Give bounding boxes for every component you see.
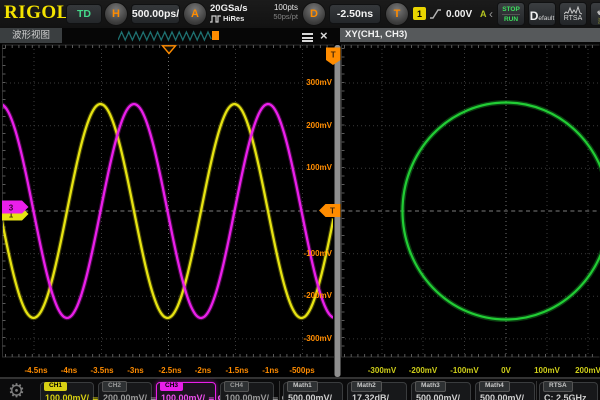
math-box-4[interactable]: Math4500.00mV/ [475, 382, 535, 400]
math-box-2[interactable]: Math217.32dB/ [347, 382, 407, 400]
math-box-1[interactable]: Math1500.00mV/ [283, 382, 343, 400]
header-bar: RIGOL TD H 500.00ps/ A 20GSa/s HiRes 100… [0, 0, 600, 28]
acq-mode: HiRes [223, 14, 244, 23]
channel-box-ch4[interactable]: CH4100.00mV/= Ω [220, 382, 274, 400]
acquire-knob[interactable]: A [183, 2, 207, 26]
math-box-1-tab[interactable]: Math1 [287, 381, 318, 392]
channel-status-bar: ⚙ CH1100.00mV/= ΩCH2200.00mV/= ΩCH3100.0… [0, 377, 600, 400]
record-cursor[interactable] [212, 31, 219, 40]
channel-box-ch2-tab[interactable]: CH2 [102, 381, 127, 392]
rigol-logo: RIGOL [4, 2, 70, 24]
delay-value[interactable]: -2.50ns [329, 4, 381, 24]
horizontal-knob[interactable]: H [104, 2, 128, 26]
memory-depth: 100pts [264, 3, 298, 12]
collapse-chevron-icon[interactable]: ‹ [489, 7, 493, 21]
channel-box-ch4-tab[interactable]: CH4 [224, 381, 249, 392]
math-box-2-scale: 17.32dB/ [352, 393, 389, 400]
bottom-bar-divider [279, 381, 280, 400]
default-small-letters: efault [538, 15, 554, 22]
oscilloscope-screen: RIGOL TD H 500.00ps/ A 20GSa/s HiRes 100… [0, 0, 600, 400]
memory-depth-info: 100pts 50ps/pt [264, 3, 298, 21]
measure-button[interactable]: 测量 [590, 2, 600, 26]
channel-box-ch3-tab[interactable]: CH3 [160, 382, 183, 391]
sample-interval: 50ps/pt [264, 12, 298, 21]
run-label: RUN [504, 16, 518, 23]
menu-icon[interactable] [302, 32, 313, 44]
rtsa-box-scale: C: 2.5GHz [544, 393, 587, 400]
channel-box-ch3[interactable]: CH3100.00mV/= Ω [156, 382, 216, 400]
svg-text:T: T [331, 51, 336, 60]
default-button[interactable]: Default [528, 2, 556, 26]
rising-edge-icon [429, 8, 442, 20]
stop-label: STOP [502, 6, 520, 13]
trigger-level-flag[interactable]: T [319, 204, 341, 217]
tab-row: 波形视图 × XY(CH1, CH3) [0, 28, 600, 44]
settings-gear-icon[interactable]: ⚙ [8, 380, 25, 400]
math-box-4-scale: 500.00mV/ [480, 393, 524, 400]
math-box-1-scale: 500.00mV/ [288, 393, 332, 400]
trigger-markers: 13TT [2, 46, 341, 221]
math-box-4-tab[interactable]: Math4 [479, 381, 510, 392]
close-icon[interactable]: × [320, 28, 328, 43]
channel-box-ch1-tab[interactable]: CH1 [44, 382, 67, 391]
trigger-knob[interactable]: T [385, 2, 409, 26]
trigger-status-badge: TD [66, 4, 102, 24]
math-box-3[interactable]: Math3500.00mV/ [411, 382, 471, 400]
trigger-position-icon[interactable] [163, 46, 176, 54]
hires-icon [210, 15, 221, 23]
math-box-3-tab[interactable]: Math3 [415, 381, 446, 392]
channel-box-ch1[interactable]: CH1100.00mV/= Ω [40, 382, 94, 400]
spectrum-icon [564, 6, 582, 15]
channel-box-ch3-scale: 100.00mV/= Ω [161, 393, 224, 400]
ruler-icon [596, 4, 600, 15]
channel-box-ch2[interactable]: CH2200.00mV/= Ω [98, 382, 152, 400]
waveform-grid [2, 45, 334, 357]
scope-graphics: 1 3 T T [0, 0, 600, 400]
svg-text:T: T [330, 207, 335, 216]
xy-panel-title: XY(CH1, CH3) [340, 28, 600, 42]
record-preview-icon[interactable] [118, 30, 220, 42]
stop-run-button[interactable]: STOP RUN [497, 2, 525, 26]
trigger-source-badge[interactable]: 1 [413, 7, 426, 20]
sample-rate: 20GSa/s [210, 3, 262, 14]
math-box-2-tab[interactable]: Math2 [351, 381, 382, 392]
bottom-bar-divider [536, 381, 537, 400]
rtsa-label: RTSA [564, 15, 583, 22]
stop-run-divider [502, 14, 520, 15]
default-big-letter: D [530, 9, 539, 23]
acquisition-info[interactable]: 20GSa/s HiRes [210, 3, 262, 23]
tab-waveform-view[interactable]: 波形视图 [0, 28, 62, 43]
svg-text:3: 3 [9, 204, 14, 213]
timebase-value[interactable]: 500.00ps/ [131, 4, 180, 24]
rtsa-button[interactable]: RTSA [559, 2, 587, 26]
trigger-level-value[interactable]: 0.00V [446, 9, 472, 20]
rtsa-box-tab[interactable]: RTSA [543, 381, 573, 392]
delay-knob[interactable]: D [302, 2, 326, 26]
math-box-3-scale: 500.00mV/ [416, 393, 460, 400]
rtsa-box[interactable]: RTSAC: 2.5GHz [539, 382, 598, 400]
trigger-sweep-mode: A [480, 9, 487, 19]
